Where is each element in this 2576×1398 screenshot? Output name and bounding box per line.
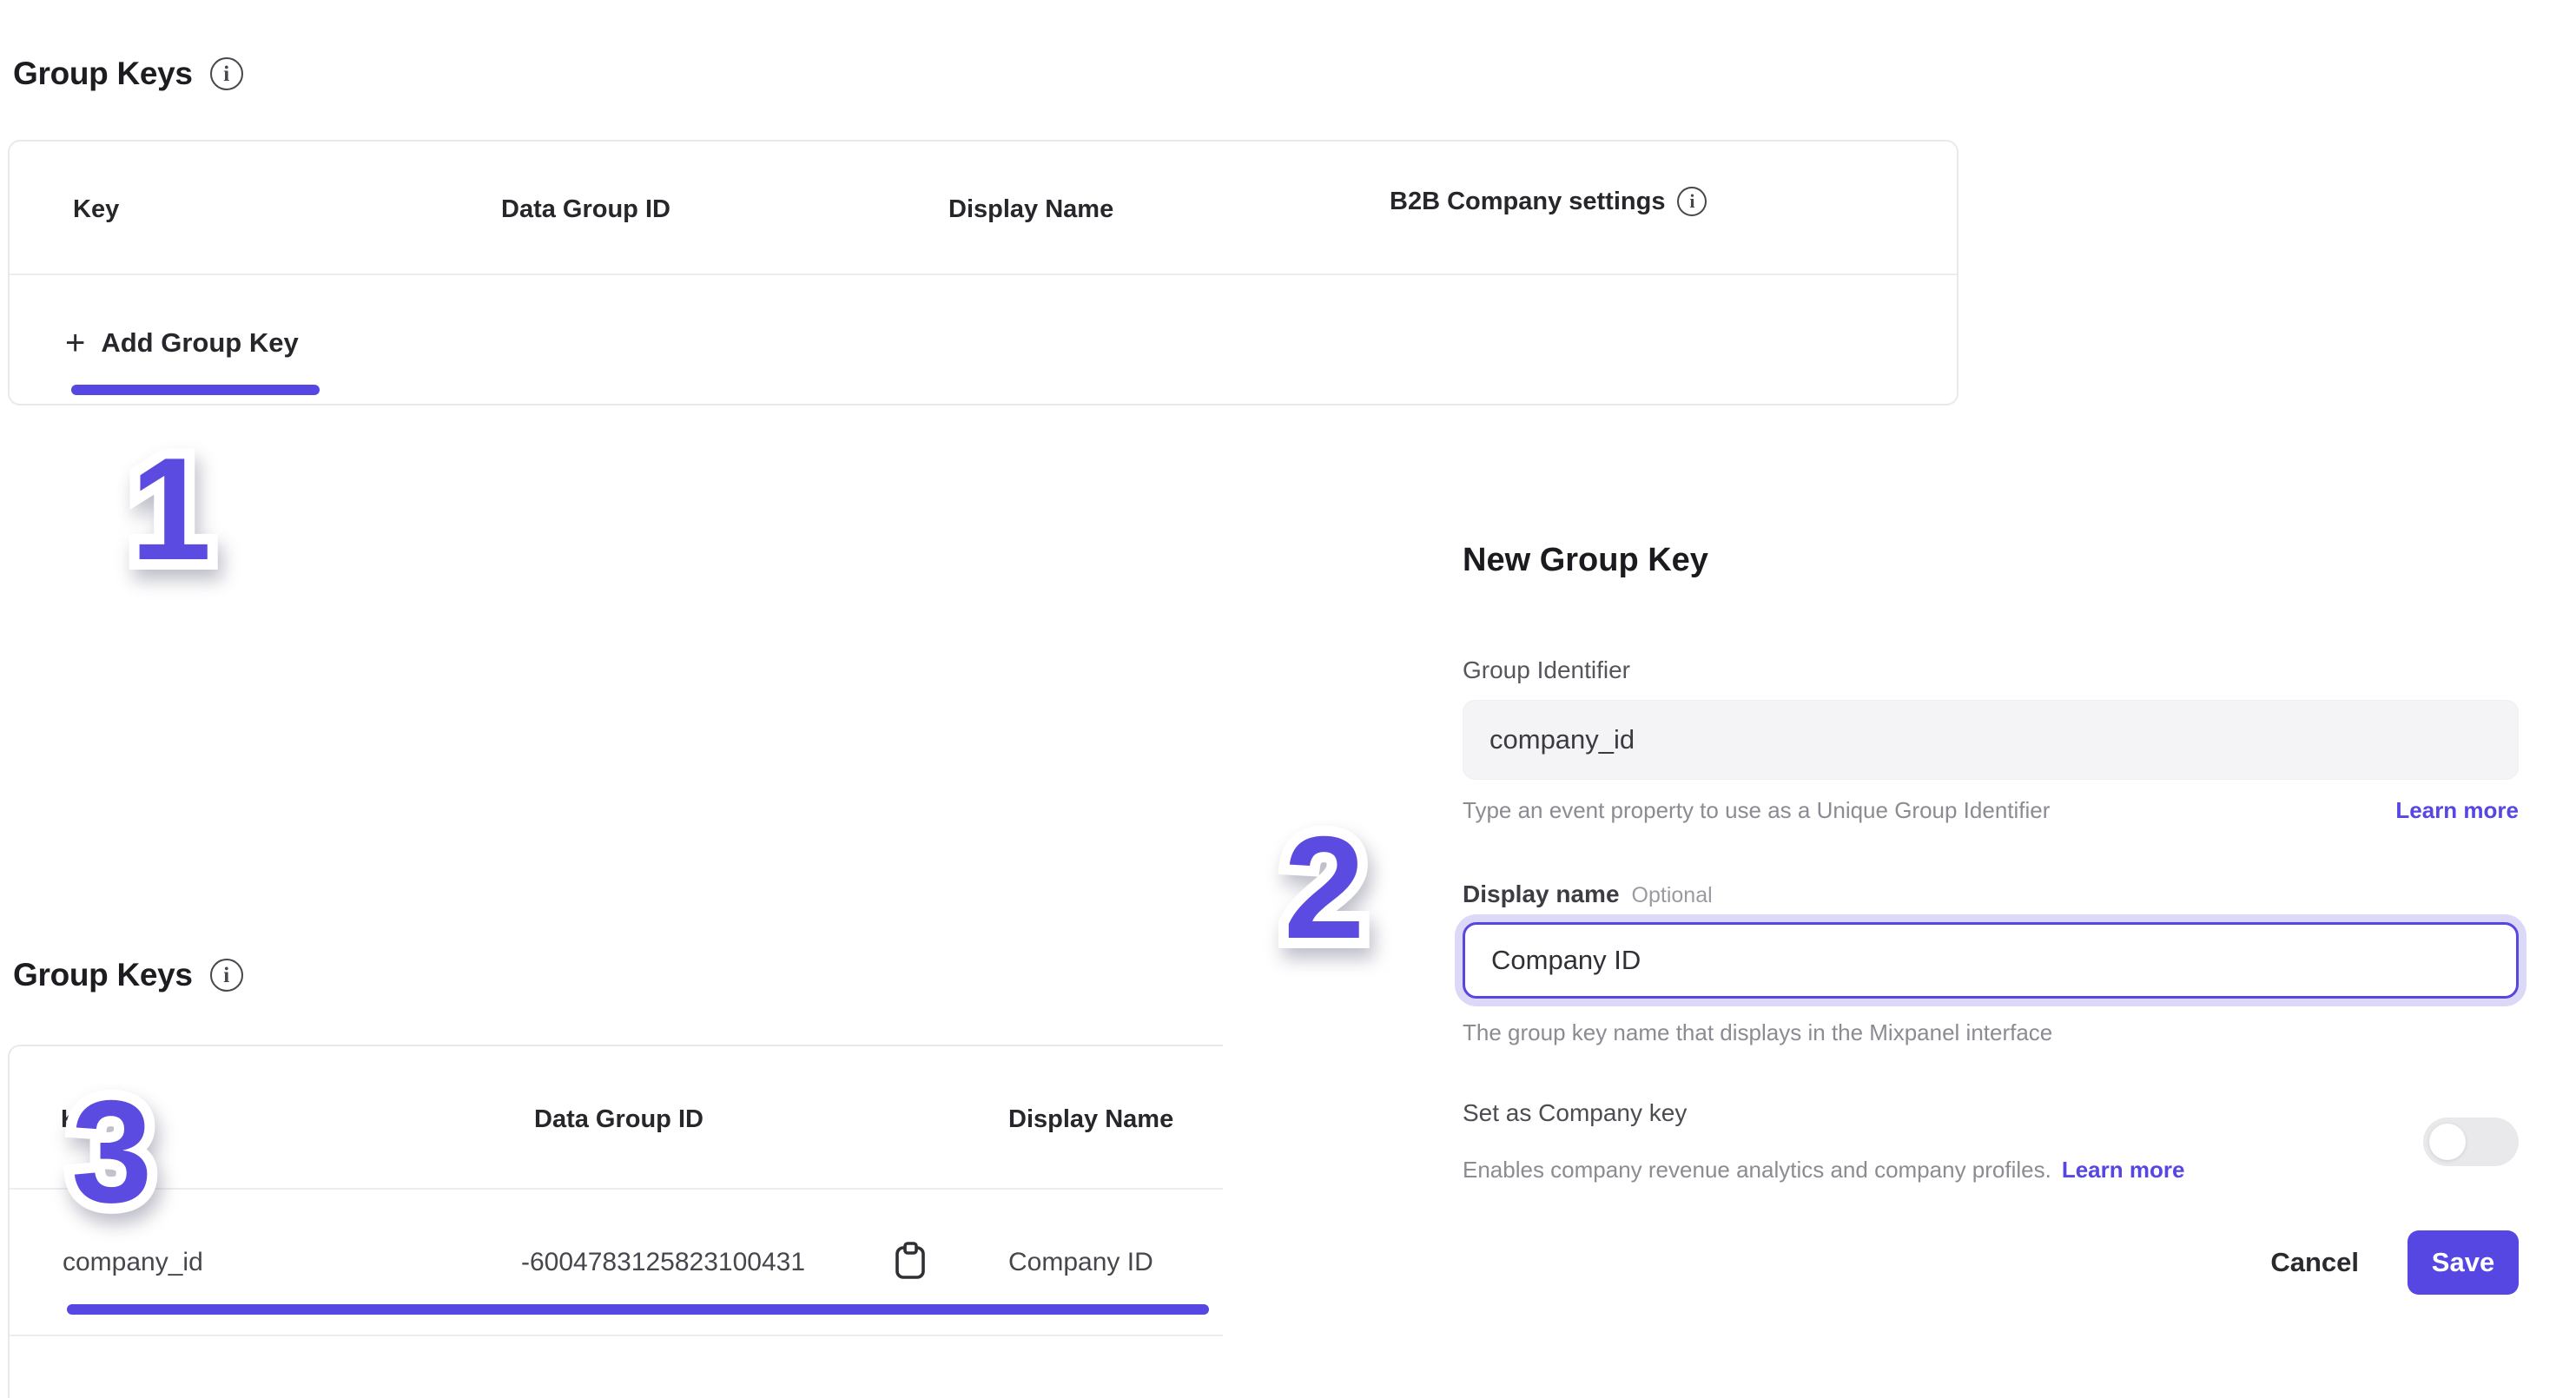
info-icon[interactable]: i	[210, 959, 243, 992]
step-1-annotation: 1 1	[130, 436, 211, 582]
copy-icon[interactable]	[894, 1241, 928, 1281]
add-group-key-button[interactable]: + Add Group Key	[65, 326, 299, 360]
company-key-helper: Enables company revenue analytics and co…	[1463, 1157, 2051, 1184]
learn-more-link[interactable]: Learn more	[2062, 1157, 2185, 1184]
step-2-annotation: 2 2	[1284, 814, 1364, 960]
step-3-annotation: 3 3	[71, 1078, 152, 1224]
column-header-data-group-id: Data Group ID	[534, 1105, 703, 1134]
step1-highlight-bar	[71, 385, 320, 395]
learn-more-link[interactable]: Learn more	[2395, 797, 2519, 824]
group-keys-table-populated: Key Data Group ID Display Name company_i…	[8, 1045, 1223, 1398]
toggle-knob	[2429, 1124, 2466, 1160]
column-header-display-name: Display Name	[948, 195, 1113, 224]
group-identifier-helper: Type an event property to use as a Uniqu…	[1463, 797, 2050, 824]
display-name-label: Display nameOptional	[1463, 880, 1713, 908]
group-identifier-input[interactable]	[1463, 700, 2519, 780]
plus-icon: +	[65, 326, 85, 360]
column-header-b2b-settings: B2B Company settings i	[1390, 187, 1707, 216]
group-keys-heading-top: Group Keys i	[13, 56, 243, 92]
optional-tag: Optional	[1632, 883, 1713, 907]
group-identifier-label: Group Identifier	[1463, 656, 1630, 684]
display-name-helper: The group key name that displays in the …	[1463, 1019, 2052, 1046]
info-icon[interactable]: i	[210, 57, 243, 90]
page-title: Group Keys	[13, 56, 193, 92]
table-divider	[10, 274, 1957, 275]
step3-highlight-bar	[67, 1304, 1209, 1315]
column-header-data-group-id: Data Group ID	[501, 195, 670, 224]
add-group-key-label: Add Group Key	[101, 327, 298, 359]
group-keys-heading-bottom: Group Keys i	[13, 957, 243, 993]
cancel-button[interactable]: Cancel	[2270, 1247, 2359, 1278]
page: Group Keys i Key Data Group ID Display N…	[0, 0, 2576, 1398]
column-header-display-name: Display Name	[1008, 1105, 1173, 1134]
dialog-title: New Group Key	[1463, 542, 1708, 579]
group-keys-table: Key Data Group ID Display Name B2B Compa…	[8, 140, 1958, 406]
column-header-key: Key	[73, 195, 119, 224]
table-divider	[10, 1188, 1223, 1190]
page-title: Group Keys	[13, 957, 193, 993]
info-icon[interactable]: i	[1677, 187, 1707, 216]
row-display-name-cell: Company ID	[1008, 1248, 1153, 1277]
row-key-cell: company_id	[63, 1248, 203, 1277]
company-key-label: Set as Company key	[1463, 1099, 1687, 1127]
row-data-group-id-cell: -6004783125823100431	[521, 1248, 805, 1277]
display-name-input[interactable]	[1463, 922, 2519, 999]
table-divider	[10, 1335, 1223, 1336]
save-button[interactable]: Save	[2408, 1230, 2519, 1295]
